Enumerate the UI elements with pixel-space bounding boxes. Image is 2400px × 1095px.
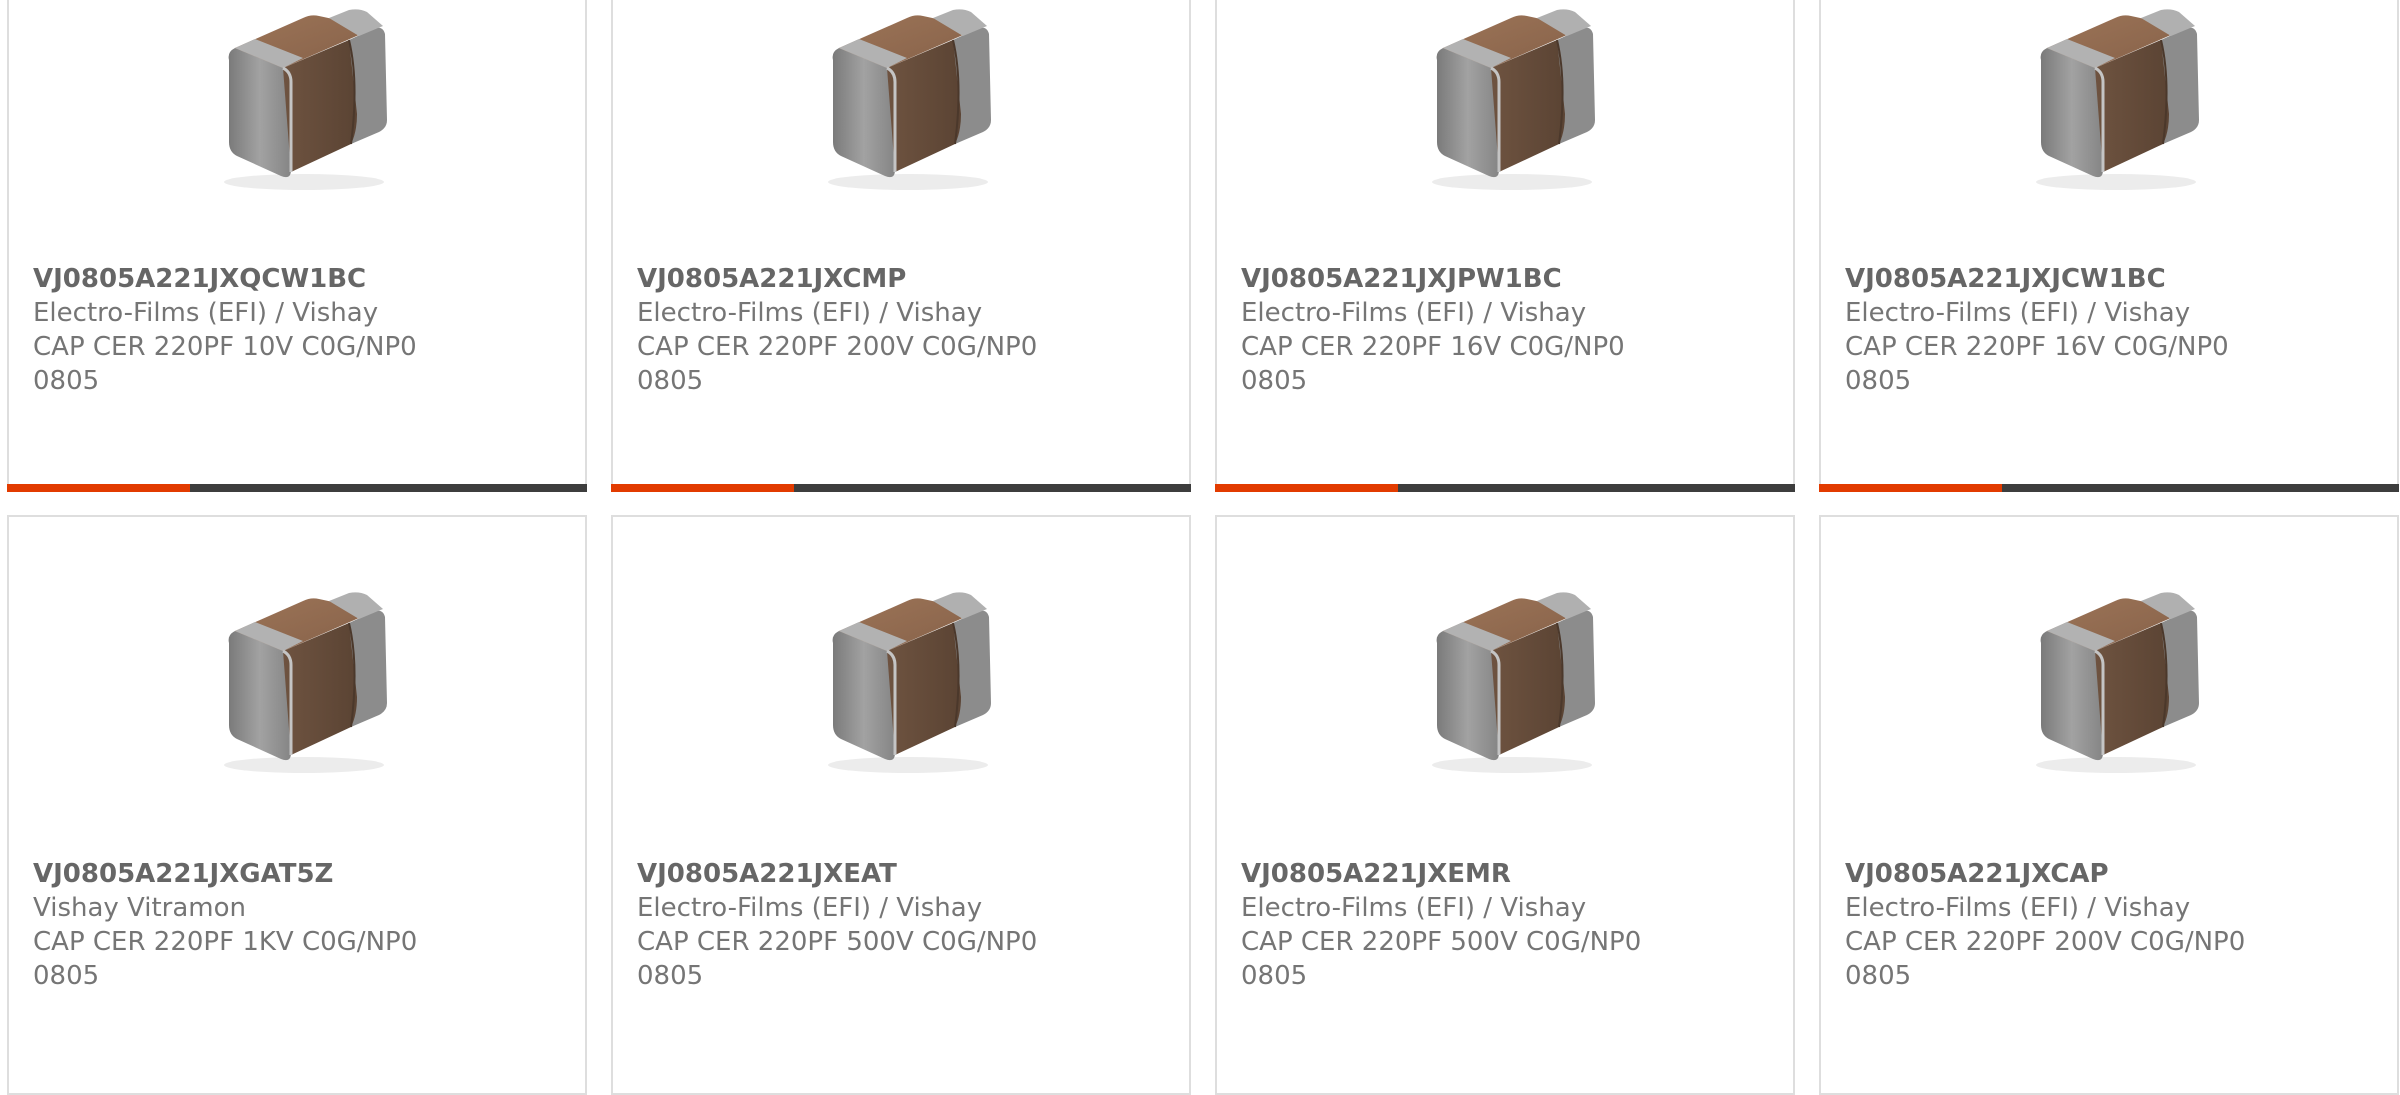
card-footer-bar bbox=[1215, 484, 1795, 492]
manufacturer: Electro-Films (EFI) / Vishay bbox=[1845, 298, 2191, 328]
card-accent-bar bbox=[1215, 484, 1398, 492]
description: CAP CER 220PF 500V C0G/NP0 bbox=[1241, 927, 1642, 957]
manufacturer: Electro-Films (EFI) / Vishay bbox=[1241, 893, 1587, 923]
smd-ceramic-capacitor-icon[interactable] bbox=[2011, 2, 2221, 192]
card-accent-bar bbox=[611, 484, 794, 492]
manufacturer: Electro-Films (EFI) / Vishay bbox=[1845, 893, 2191, 923]
smd-ceramic-capacitor-icon[interactable] bbox=[199, 585, 409, 775]
smd-ceramic-capacitor-icon[interactable] bbox=[1407, 2, 1617, 192]
card-accent-bar bbox=[7, 484, 190, 492]
part-number-link[interactable]: VJ0805A221JXQCW1BC bbox=[33, 262, 575, 296]
card-footer-bar bbox=[611, 484, 1191, 492]
description: CAP CER 220PF 200V C0G/NP0 bbox=[1845, 927, 2246, 957]
package: 0805 bbox=[637, 366, 704, 396]
product-card[interactable]: VJ0805A221JXJPW1BC Electro-Films (EFI) /… bbox=[1215, 0, 1795, 492]
part-number-link[interactable]: VJ0805A221JXJPW1BC bbox=[1241, 262, 1783, 296]
part-number-link[interactable]: VJ0805A221JXJCW1BC bbox=[1845, 262, 2387, 296]
product-card[interactable]: VJ0805A221JXEAT Electro-Films (EFI) / Vi… bbox=[611, 515, 1191, 1095]
package: 0805 bbox=[1845, 961, 1912, 991]
description: CAP CER 220PF 200V C0G/NP0 bbox=[637, 332, 1038, 362]
package: 0805 bbox=[1241, 961, 1308, 991]
manufacturer: Electro-Films (EFI) / Vishay bbox=[637, 893, 983, 923]
product-card[interactable]: VJ0805A221JXGAT5Z Vishay Vitramon CAP CE… bbox=[7, 515, 587, 1095]
package: 0805 bbox=[33, 366, 100, 396]
product-info: VJ0805A221JXGAT5Z Vishay Vitramon CAP CE… bbox=[33, 857, 575, 993]
product-info: VJ0805A221JXEMR Electro-Films (EFI) / Vi… bbox=[1241, 857, 1783, 993]
description: CAP CER 220PF 10V C0G/NP0 bbox=[33, 332, 417, 362]
card-accent-bar bbox=[1819, 484, 2002, 492]
manufacturer: Electro-Films (EFI) / Vishay bbox=[637, 298, 983, 328]
product-card[interactable]: VJ0805A221JXQCW1BC Electro-Films (EFI) /… bbox=[7, 0, 587, 492]
description: CAP CER 220PF 1KV C0G/NP0 bbox=[33, 927, 418, 957]
smd-ceramic-capacitor-icon[interactable] bbox=[1407, 585, 1617, 775]
part-number-link[interactable]: VJ0805A221JXEAT bbox=[637, 857, 1179, 891]
manufacturer: Electro-Films (EFI) / Vishay bbox=[1241, 298, 1587, 328]
product-info: VJ0805A221JXCMP Electro-Films (EFI) / Vi… bbox=[637, 262, 1179, 398]
smd-ceramic-capacitor-icon[interactable] bbox=[199, 2, 409, 192]
description: CAP CER 220PF 500V C0G/NP0 bbox=[637, 927, 1038, 957]
product-card[interactable]: VJ0805A221JXEMR Electro-Films (EFI) / Vi… bbox=[1215, 515, 1795, 1095]
product-card[interactable]: VJ0805A221JXCMP Electro-Films (EFI) / Vi… bbox=[611, 0, 1191, 492]
product-card[interactable]: VJ0805A221JXCAP Electro-Films (EFI) / Vi… bbox=[1819, 515, 2399, 1095]
smd-ceramic-capacitor-icon[interactable] bbox=[2011, 585, 2221, 775]
part-number-link[interactable]: VJ0805A221JXGAT5Z bbox=[33, 857, 575, 891]
card-footer-bar bbox=[1819, 484, 2399, 492]
part-number-link[interactable]: VJ0805A221JXCAP bbox=[1845, 857, 2387, 891]
product-info: VJ0805A221JXQCW1BC Electro-Films (EFI) /… bbox=[33, 262, 575, 398]
product-info: VJ0805A221JXJCW1BC Electro-Films (EFI) /… bbox=[1845, 262, 2387, 398]
manufacturer: Electro-Films (EFI) / Vishay bbox=[33, 298, 379, 328]
product-info: VJ0805A221JXJPW1BC Electro-Films (EFI) /… bbox=[1241, 262, 1783, 398]
package: 0805 bbox=[1241, 366, 1308, 396]
product-info: VJ0805A221JXCAP Electro-Films (EFI) / Vi… bbox=[1845, 857, 2387, 993]
package: 0805 bbox=[1845, 366, 1912, 396]
manufacturer: Vishay Vitramon bbox=[33, 893, 247, 923]
description: CAP CER 220PF 16V C0G/NP0 bbox=[1845, 332, 2229, 362]
package: 0805 bbox=[33, 961, 100, 991]
product-grid: VJ0805A221JXQCW1BC Electro-Films (EFI) /… bbox=[0, 0, 2400, 1095]
part-number-link[interactable]: VJ0805A221JXCMP bbox=[637, 262, 1179, 296]
product-info: VJ0805A221JXEAT Electro-Films (EFI) / Vi… bbox=[637, 857, 1179, 993]
card-footer-bar bbox=[7, 484, 587, 492]
package: 0805 bbox=[637, 961, 704, 991]
smd-ceramic-capacitor-icon[interactable] bbox=[803, 585, 1013, 775]
part-number-link[interactable]: VJ0805A221JXEMR bbox=[1241, 857, 1783, 891]
product-card[interactable]: VJ0805A221JXJCW1BC Electro-Films (EFI) /… bbox=[1819, 0, 2399, 492]
description: CAP CER 220PF 16V C0G/NP0 bbox=[1241, 332, 1625, 362]
smd-ceramic-capacitor-icon[interactable] bbox=[803, 2, 1013, 192]
